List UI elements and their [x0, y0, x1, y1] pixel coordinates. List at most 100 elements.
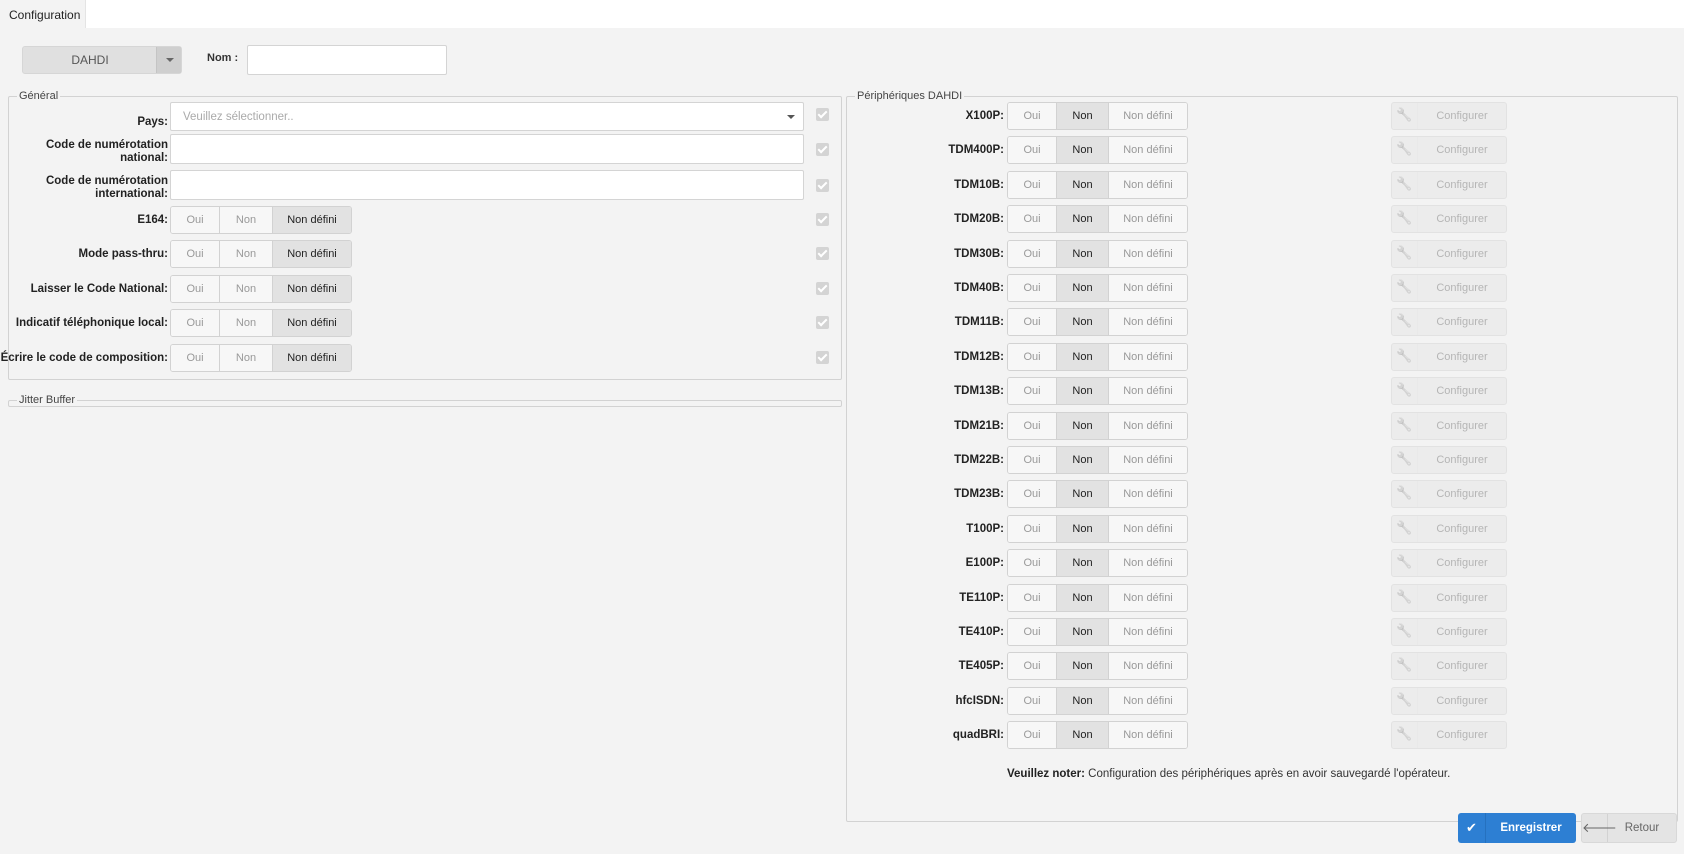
general-row-0-option-non[interactable]: Non	[220, 207, 273, 233]
device-hfcisdn-option-non-defini[interactable]: Non défini	[1109, 687, 1187, 714]
save-button[interactable]: ✔ Enregistrer	[1458, 813, 1576, 843]
general-row-3-option-oui[interactable]: Oui	[171, 310, 220, 337]
international-code-input[interactable]	[170, 170, 804, 200]
device-x100p-option-oui[interactable]: Oui	[1008, 103, 1057, 129]
general-row-1-option-non[interactable]: Non	[220, 241, 273, 268]
general-row-1-inherit-checkbox[interactable]	[816, 247, 829, 261]
general-row-4-inherit-checkbox[interactable]	[816, 350, 829, 364]
device-hfcisdn-option-non[interactable]: Non	[1057, 687, 1109, 714]
device-t100p-option-non-defini[interactable]: Non défini	[1109, 515, 1187, 542]
device-te405p-configure-button[interactable]: 🔧 Configurer	[1391, 652, 1507, 681]
device-tdm23b-option-non[interactable]: Non	[1057, 481, 1109, 508]
general-row-2-option-oui[interactable]: Oui	[171, 275, 220, 302]
device-tdm21b-option-non[interactable]: Non	[1057, 412, 1109, 439]
device-tdm40b-option-non[interactable]: Non	[1057, 275, 1109, 301]
device-tdm30b-configure-button[interactable]: 🔧 Configurer	[1391, 239, 1507, 268]
device-tdm12b-configure-button[interactable]: 🔧 Configurer	[1391, 342, 1507, 371]
device-hfcisdn-option-oui[interactable]: Oui	[1008, 687, 1057, 714]
general-row-0-option-oui[interactable]: Oui	[171, 207, 220, 233]
device-tdm400p-option-oui[interactable]: Oui	[1008, 137, 1057, 164]
device-t100p-option-non[interactable]: Non	[1057, 515, 1109, 542]
device-tdm13b-configure-button[interactable]: 🔧 Configurer	[1391, 377, 1507, 406]
device-te405p-option-oui[interactable]: Oui	[1008, 653, 1057, 680]
device-tdm23b-option-oui[interactable]: Oui	[1008, 481, 1057, 508]
general-row-4-option-oui[interactable]: Oui	[171, 344, 220, 371]
device-e100p-option-oui[interactable]: Oui	[1008, 550, 1057, 577]
country-select[interactable]: Veuillez sélectionner..	[170, 102, 804, 131]
device-x100p-option-non[interactable]: Non	[1057, 103, 1109, 129]
device-e100p-option-non[interactable]: Non	[1057, 550, 1109, 577]
back-button[interactable]: 🡐 Retour	[1581, 813, 1677, 843]
device-tdm10b-configure-button[interactable]: 🔧 Configurer	[1391, 170, 1507, 199]
device-e100p-configure-button[interactable]: 🔧 Configurer	[1391, 549, 1507, 578]
device-x100p-configure-button[interactable]: 🔧 Configurer	[1391, 102, 1507, 130]
general-row-1-option-non-defini[interactable]: Non défini	[273, 241, 351, 268]
device-te410p-option-non[interactable]: Non	[1057, 619, 1109, 645]
general-row-3-option-non-defini[interactable]: Non défini	[273, 310, 351, 337]
device-tdm40b-option-oui[interactable]: Oui	[1008, 275, 1057, 301]
device-te405p-option-non-defini[interactable]: Non défini	[1109, 653, 1187, 680]
device-tdm400p-option-non-defini[interactable]: Non défini	[1109, 137, 1187, 164]
device-te410p-option-oui[interactable]: Oui	[1008, 619, 1057, 645]
device-tdm20b-option-non-defini[interactable]: Non défini	[1109, 206, 1187, 233]
device-quadbri-option-non-defini[interactable]: Non défini	[1109, 722, 1187, 749]
device-tdm13b-option-non[interactable]: Non	[1057, 378, 1109, 405]
device-tdm22b-configure-button[interactable]: 🔧 Configurer	[1391, 446, 1507, 474]
country-inherit-checkbox[interactable]	[816, 108, 829, 121]
device-tdm400p-option-non[interactable]: Non	[1057, 137, 1109, 164]
device-tdm12b-option-oui[interactable]: Oui	[1008, 343, 1057, 370]
general-row-2-inherit-checkbox[interactable]	[816, 281, 829, 295]
device-tdm20b-configure-button[interactable]: 🔧 Configurer	[1391, 205, 1507, 234]
device-tdm21b-configure-button[interactable]: 🔧 Configurer	[1391, 411, 1507, 440]
device-tdm21b-option-non-defini[interactable]: Non défini	[1109, 412, 1187, 439]
trunk-type-select[interactable]: DAHDI	[22, 46, 182, 74]
national-code-input[interactable]	[170, 134, 804, 164]
device-tdm23b-option-non-defini[interactable]: Non défini	[1109, 481, 1187, 508]
device-tdm11b-option-non-defini[interactable]: Non défini	[1109, 309, 1187, 336]
device-tdm12b-option-non-defini[interactable]: Non défini	[1109, 343, 1187, 370]
general-row-3-option-non[interactable]: Non	[220, 310, 273, 337]
general-row-2-option-non-defini[interactable]: Non défini	[273, 275, 351, 302]
device-tdm23b-configure-button[interactable]: 🔧 Configurer	[1391, 480, 1507, 509]
device-te405p-option-non[interactable]: Non	[1057, 653, 1109, 680]
international-code-inherit-checkbox[interactable]	[816, 179, 829, 192]
device-tdm10b-option-oui[interactable]: Oui	[1008, 171, 1057, 198]
device-te110p-option-oui[interactable]: Oui	[1008, 584, 1057, 611]
device-te410p-configure-button[interactable]: 🔧 Configurer	[1391, 618, 1507, 646]
national-code-inherit-checkbox[interactable]	[816, 143, 829, 156]
general-row-4-option-non[interactable]: Non	[220, 344, 273, 371]
name-input[interactable]	[247, 45, 447, 75]
device-hfcisdn-configure-button[interactable]: 🔧 Configurer	[1391, 686, 1507, 715]
device-tdm13b-option-non-defini[interactable]: Non défini	[1109, 378, 1187, 405]
device-t100p-option-oui[interactable]: Oui	[1008, 515, 1057, 542]
device-tdm22b-option-non-defini[interactable]: Non défini	[1109, 447, 1187, 473]
device-te110p-option-non-defini[interactable]: Non défini	[1109, 584, 1187, 611]
device-quadbri-option-non[interactable]: Non	[1057, 722, 1109, 749]
device-tdm30b-option-non-defini[interactable]: Non défini	[1109, 240, 1187, 267]
device-tdm40b-configure-button[interactable]: 🔧 Configurer	[1391, 274, 1507, 302]
general-row-1-option-oui[interactable]: Oui	[171, 241, 220, 268]
trunk-type-dropdown-toggle[interactable]	[156, 47, 181, 73]
general-row-2-option-non[interactable]: Non	[220, 275, 273, 302]
device-tdm40b-option-non-defini[interactable]: Non défini	[1109, 275, 1187, 301]
general-row-4-option-non-defini[interactable]: Non défini	[273, 344, 351, 371]
general-row-3-inherit-checkbox[interactable]	[816, 316, 829, 330]
device-tdm22b-option-oui[interactable]: Oui	[1008, 447, 1057, 473]
device-tdm22b-option-non[interactable]: Non	[1057, 447, 1109, 473]
device-tdm21b-option-oui[interactable]: Oui	[1008, 412, 1057, 439]
device-t100p-configure-button[interactable]: 🔧 Configurer	[1391, 514, 1507, 543]
general-row-0-option-non-defini[interactable]: Non défini	[273, 207, 351, 233]
device-tdm20b-option-oui[interactable]: Oui	[1008, 206, 1057, 233]
device-tdm13b-option-oui[interactable]: Oui	[1008, 378, 1057, 405]
device-tdm10b-option-non-defini[interactable]: Non défini	[1109, 171, 1187, 198]
device-x100p-option-non-defini[interactable]: Non défini	[1109, 103, 1187, 129]
device-tdm30b-option-non[interactable]: Non	[1057, 240, 1109, 267]
device-tdm10b-option-non[interactable]: Non	[1057, 171, 1109, 198]
device-tdm400p-configure-button[interactable]: 🔧 Configurer	[1391, 136, 1507, 165]
tab-configuration[interactable]: Configuration	[0, 0, 86, 28]
device-tdm20b-option-non[interactable]: Non	[1057, 206, 1109, 233]
device-tdm30b-option-oui[interactable]: Oui	[1008, 240, 1057, 267]
jitter-buffer-fieldset[interactable]: Jitter Buffer	[8, 394, 842, 407]
device-te410p-option-non-defini[interactable]: Non défini	[1109, 619, 1187, 645]
device-quadbri-option-oui[interactable]: Oui	[1008, 722, 1057, 749]
